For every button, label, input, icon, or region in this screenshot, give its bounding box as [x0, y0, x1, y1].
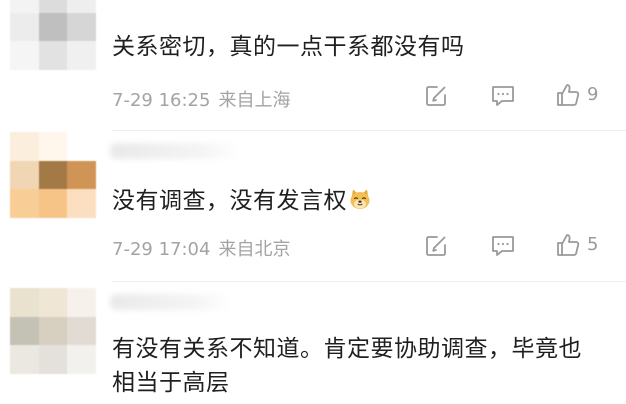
avatar-pixel	[10, 0, 39, 13]
avatar-pixel	[67, 160, 96, 190]
comment-location: 来自上海	[218, 90, 291, 111]
share-icon	[426, 86, 446, 106]
comment-item: 没有调查，没有发言权 7-29 17:04 来自北京 5	[0, 131, 626, 281]
share-button[interactable]	[424, 84, 448, 108]
share-button[interactable]	[424, 234, 448, 258]
avatar-pixel	[67, 12, 96, 42]
comment-text: 有没有关系不知道。肯定要协助调查，毕竟也相当于高层	[112, 336, 582, 396]
comment-icon	[492, 236, 514, 256]
avatar-pixel	[10, 12, 39, 42]
comment-text: 没有调查，没有发言权	[112, 184, 586, 218]
avatar[interactable]	[10, 0, 96, 70]
avatar-pixel	[38, 132, 68, 161]
username-blurred	[110, 143, 240, 159]
avatar-pixel	[38, 12, 68, 42]
thumbs-up-icon	[557, 84, 580, 106]
comment-time: 7-29 17:04	[112, 239, 211, 260]
like-count: 9	[587, 84, 599, 105]
avatar[interactable]	[10, 132, 96, 218]
comment-text: 关系密切，真的一点干系都没有吗	[112, 34, 465, 60]
avatar-pixel	[38, 189, 68, 218]
avatar-pixel	[67, 41, 96, 70]
share-icon	[426, 236, 446, 256]
reply-button[interactable]	[490, 84, 516, 108]
thumbs-up-icon	[557, 234, 580, 256]
avatar-pixel	[67, 0, 96, 13]
avatar-pixel	[10, 316, 39, 346]
comment-meta: 7-29 17:04 来自北京	[112, 235, 290, 261]
comment-item: 关系密切，真的一点干系都没有吗 7-29 16:25 来自上海 9	[0, 0, 626, 125]
avatar-pixel	[10, 132, 39, 161]
avatar-pixel	[38, 316, 68, 346]
avatar-pixel	[67, 132, 96, 161]
avatar-pixel	[38, 0, 68, 13]
avatar-pixel	[38, 41, 68, 70]
comment-time: 7-29 16:25	[112, 90, 211, 111]
comment-text-body: 没有调查，没有发言权	[112, 188, 347, 214]
comment-list: 关系密切，真的一点干系都没有吗 7-29 16:25 来自上海 9 没有调查，没…	[0, 0, 626, 404]
reply-button[interactable]	[490, 234, 516, 258]
avatar-pixel	[67, 288, 96, 317]
like-count: 5	[587, 234, 599, 255]
avatar-pixel	[38, 288, 68, 317]
avatar-pixel	[67, 316, 96, 346]
comment-location: 来自北京	[218, 239, 291, 260]
avatar-pixel	[10, 160, 39, 190]
avatar-pixel	[38, 160, 68, 190]
avatar-pixel	[67, 345, 96, 374]
avatar-pixel	[10, 41, 39, 70]
comment-meta: 7-29 16:25 来自上海	[112, 86, 290, 112]
avatar[interactable]	[10, 288, 96, 374]
like-button[interactable]: 5	[555, 232, 598, 258]
comment-item: 有没有关系不知道。肯定要协助调查，毕竟也相当于高层	[0, 282, 626, 404]
avatar-pixel	[10, 288, 39, 317]
avatar-pixel	[10, 189, 39, 218]
avatar-pixel	[67, 189, 96, 218]
doge-emoji	[350, 189, 370, 209]
avatar-pixel	[38, 345, 68, 374]
username-blurred	[110, 294, 230, 310]
avatar-pixel	[10, 345, 39, 374]
comment-icon	[492, 86, 514, 106]
like-button[interactable]: 9	[555, 82, 598, 108]
